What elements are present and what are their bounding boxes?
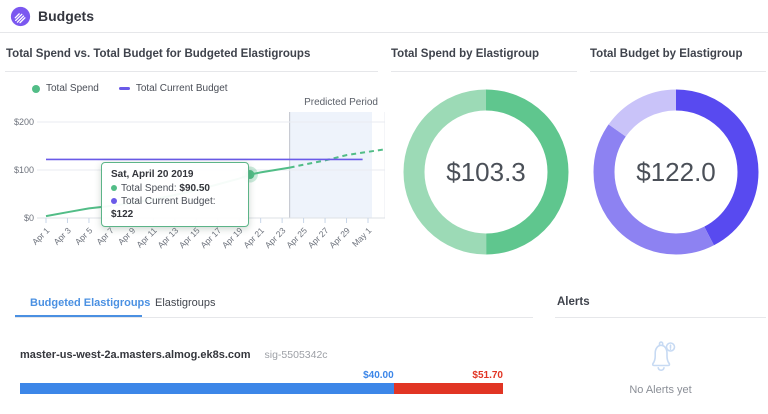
svg-text:Apr 13: Apr 13 (155, 225, 180, 250)
spotinst-logo-icon (10, 6, 31, 27)
svg-text:Apr 29: Apr 29 (327, 225, 352, 250)
svg-text:$100: $100 (14, 165, 34, 175)
spend-series-dot-icon (32, 85, 40, 93)
tooltip-budget-value: $122 (111, 209, 133, 220)
total-budget-donut-chart[interactable]: $122.0 (591, 87, 761, 257)
total-budget-donut-title: Total Budget by Elastigroup (590, 48, 742, 60)
tooltip-spend-value: $90.50 (179, 183, 210, 194)
svg-text:Apr 1: Apr 1 (30, 225, 52, 247)
elastigroup-name: master-us-west-2a.masters.almog.ek8s.com (20, 349, 251, 361)
bell-icon (637, 332, 685, 380)
spent-bar-segment (20, 383, 394, 394)
spend-vs-budget-title: Total Spend vs. Total Budget for Budgete… (6, 48, 310, 60)
svg-text:Apr 5: Apr 5 (73, 225, 95, 247)
svg-text:Apr 25: Apr 25 (284, 225, 309, 250)
alerts-title: Alerts (557, 296, 590, 308)
total-spend-donut-chart[interactable]: $103.3 (401, 87, 571, 257)
legend-label: Total Current Budget (136, 83, 228, 94)
predicted-period-label: Predicted Period (280, 97, 378, 108)
legend-label: Total Spend (46, 83, 99, 94)
budget-bar-labels: $40.00 $51.70 (20, 370, 503, 381)
budget-series-dash-icon (119, 87, 130, 90)
total-budget-value: $122.0 (591, 87, 761, 257)
section-divider (5, 71, 378, 72)
tooltip-spend-row: Total Spend: $90.50 (111, 182, 239, 195)
section-divider (391, 71, 577, 72)
section-divider (590, 71, 766, 72)
budget-bullet-icon (111, 198, 117, 204)
total-spend-donut-title: Total Spend by Elastigroup (391, 48, 539, 60)
svg-text:Apr 23: Apr 23 (263, 225, 288, 250)
budget-amount-label: $51.70 (394, 370, 503, 381)
svg-text:Apr 15: Apr 15 (177, 225, 202, 250)
alerts-divider (555, 317, 766, 318)
elastigroup-row: master-us-west-2a.masters.almog.ek8s.com… (20, 349, 328, 361)
svg-text:Apr 21: Apr 21 (241, 225, 266, 250)
tooltip-budget-row: Total Current Budget: $122 (111, 195, 239, 221)
svg-text:Apr 19: Apr 19 (220, 225, 245, 250)
svg-text:$200: $200 (14, 117, 34, 127)
svg-text:Apr 3: Apr 3 (51, 225, 73, 247)
total-spend-value: $103.3 (401, 87, 571, 257)
elastigroup-sig-id: sig-5505342c (265, 349, 328, 361)
svg-text:Apr 7: Apr 7 (94, 225, 116, 247)
budget-progress-bar (20, 383, 503, 394)
spent-amount-label: $40.00 (20, 370, 394, 381)
tabbar-divider (15, 317, 533, 318)
legend-item-total-spend[interactable]: Total Spend (32, 83, 99, 94)
tab-elastigroups[interactable]: Elastigroups (155, 297, 216, 309)
chart-tooltip: Sat, April 20 2019 Total Spend: $90.50 T… (101, 162, 249, 227)
active-tab-underline (15, 315, 142, 317)
overbudget-bar-segment (394, 383, 503, 394)
svg-text:May 1: May 1 (350, 225, 374, 249)
chart-legend: Total Spend Total Current Budget (32, 83, 228, 94)
no-alerts-text: No Alerts yet (555, 384, 766, 396)
svg-text:Apr 17: Apr 17 (198, 225, 223, 250)
spend-bullet-icon (111, 185, 117, 191)
legend-item-total-current-budget[interactable]: Total Current Budget (119, 83, 228, 94)
tooltip-date: Sat, April 20 2019 (111, 168, 239, 181)
svg-text:$0: $0 (24, 213, 34, 223)
svg-text:Apr 27: Apr 27 (306, 225, 331, 250)
svg-text:Apr 11: Apr 11 (134, 225, 159, 250)
page-title: Budgets (38, 8, 94, 24)
tab-budgeted-elastigroups[interactable]: Budgeted Elastigroups (30, 297, 150, 309)
app-header: Budgets (0, 0, 768, 33)
